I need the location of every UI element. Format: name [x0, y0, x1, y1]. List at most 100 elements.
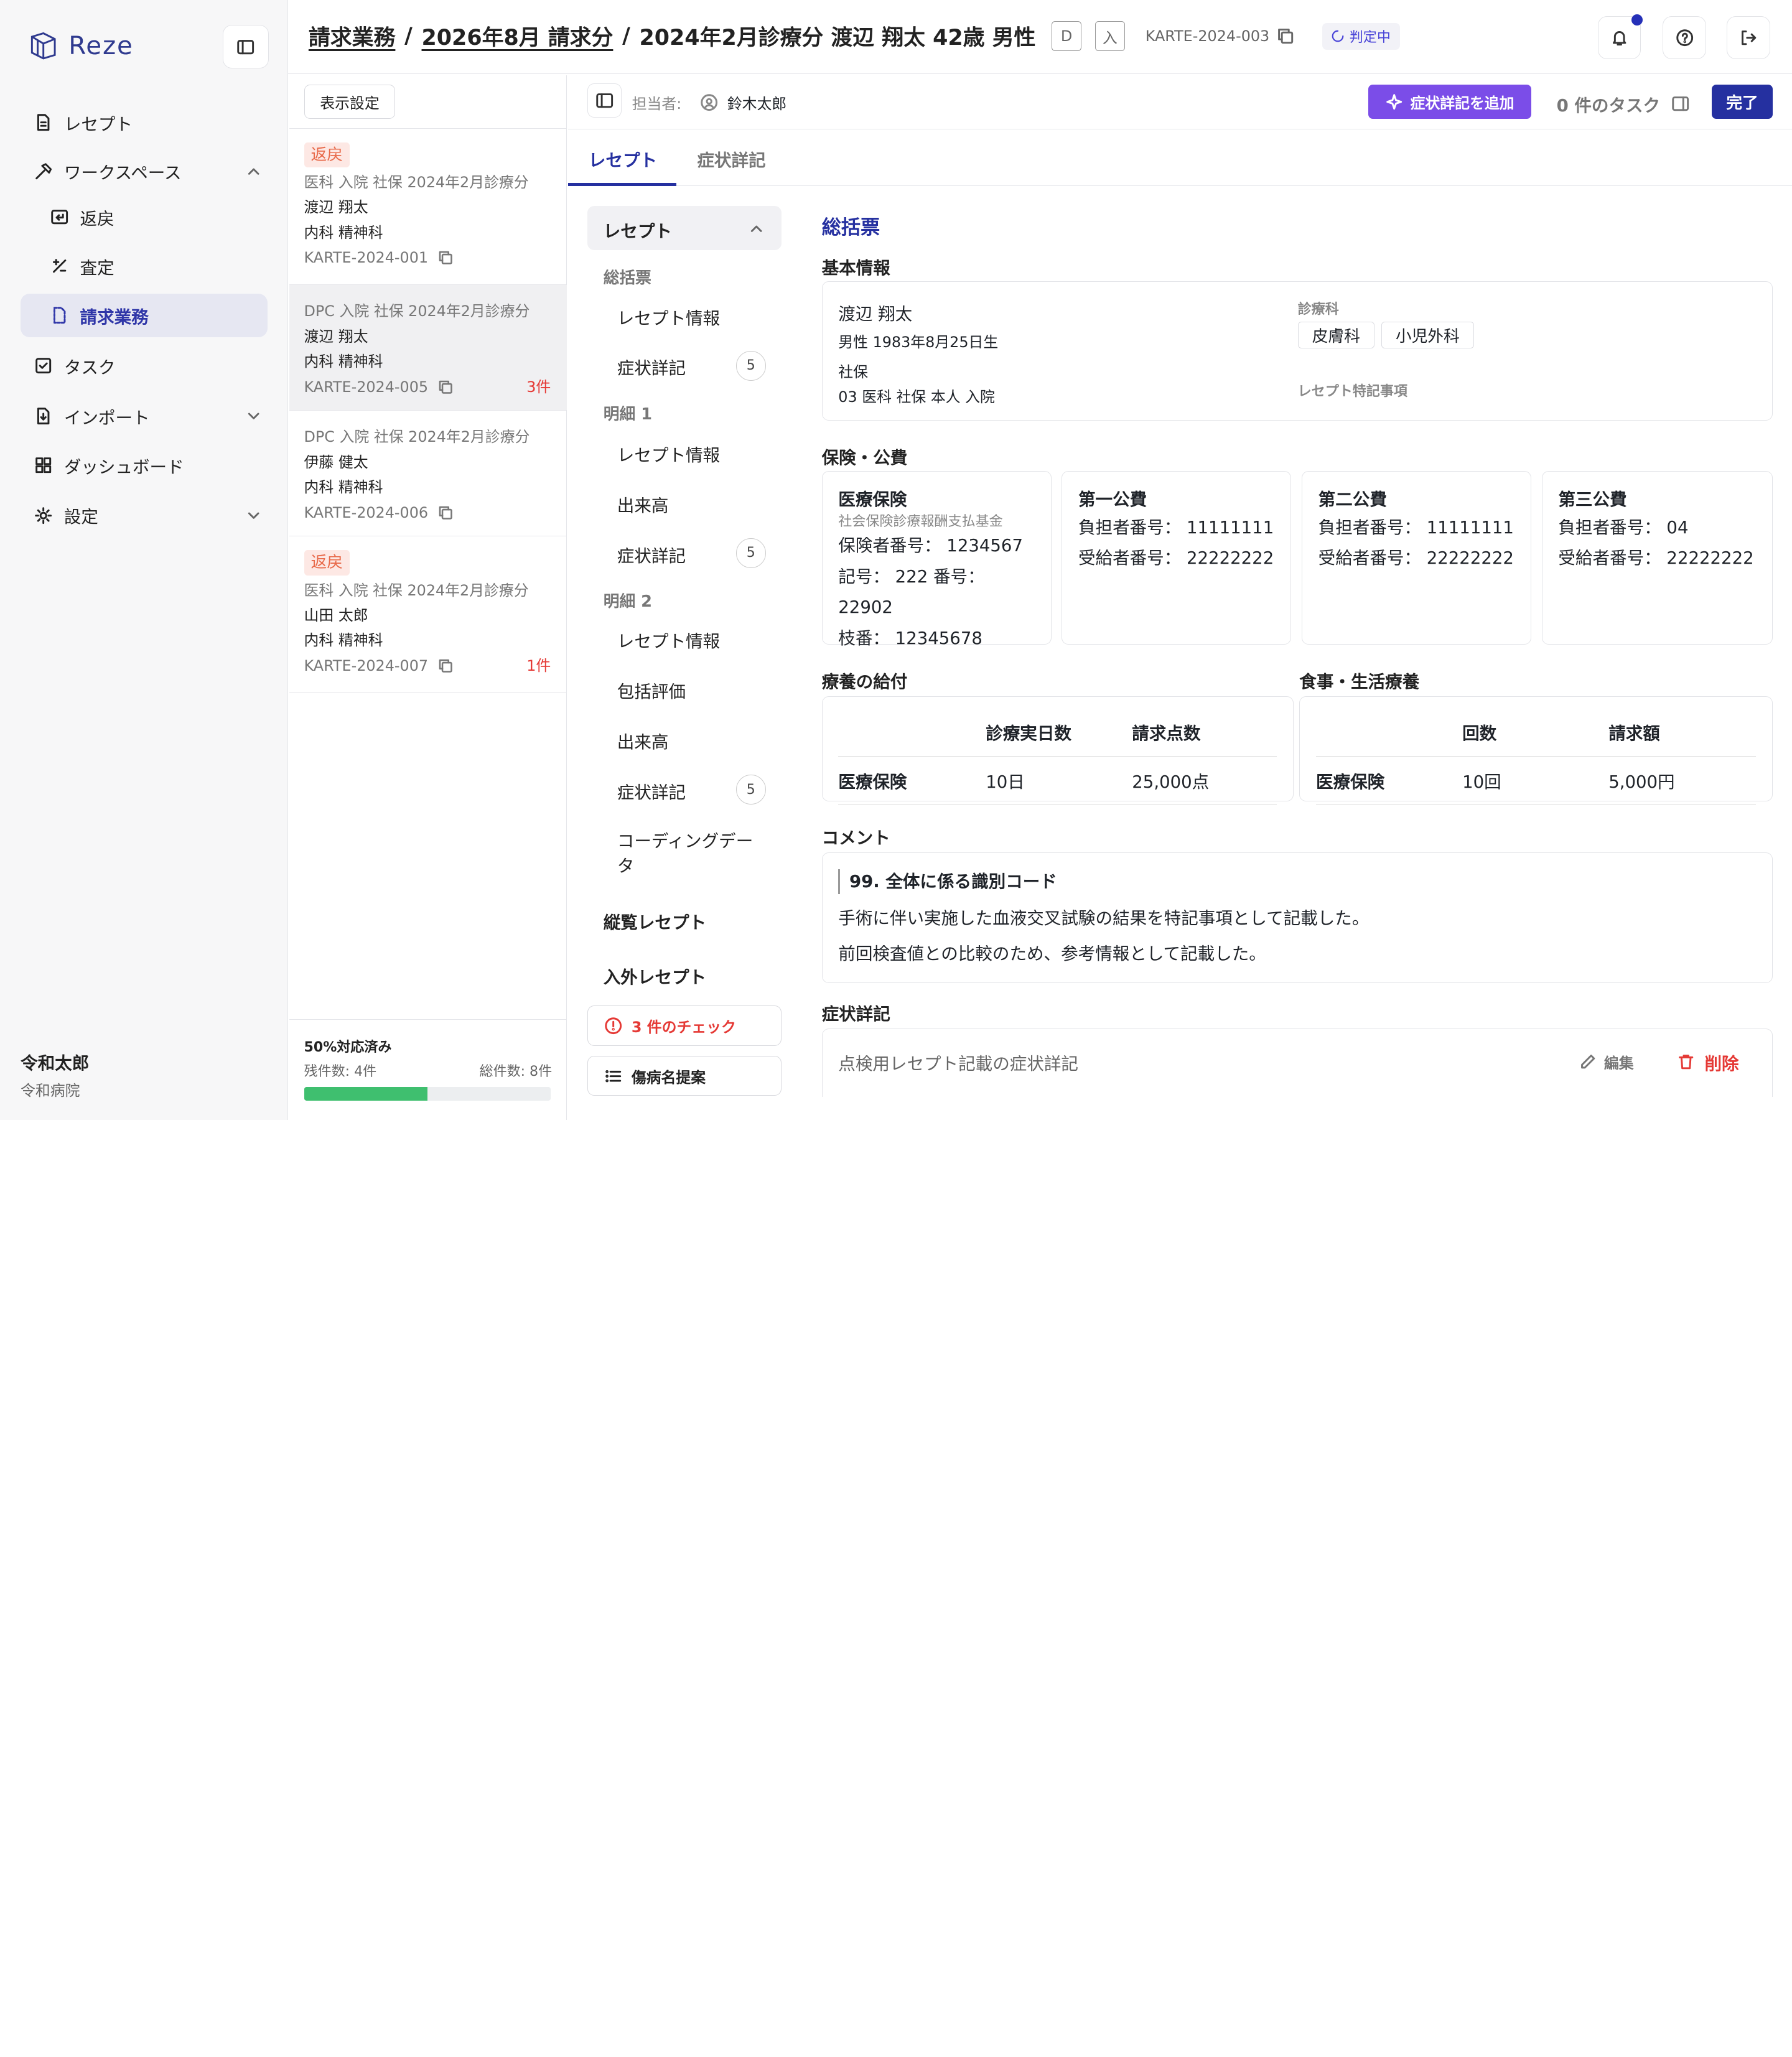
- total-count: 総件数: 8件: [479, 1064, 553, 1080]
- table-row: 医療保険 10日 25,000点: [838, 756, 1277, 805]
- section-nav-item[interactable]: 症状詳記 5: [587, 350, 782, 381]
- table-row: 医療保険 10回 5,000円: [1316, 756, 1756, 805]
- dpc-badge: D: [1052, 21, 1081, 51]
- section-nav-item[interactable]: 出来高: [587, 492, 782, 516]
- sidebar-item-assessment[interactable]: 査定: [21, 245, 268, 288]
- sidebar-item-dashboard[interactable]: ダッシュボード: [21, 444, 268, 487]
- table-cell: 10日: [986, 756, 1132, 805]
- panel-toggle-button[interactable]: [587, 83, 622, 118]
- breadcrumb-separator: /: [622, 24, 630, 49]
- progress-bar: [304, 1087, 551, 1101]
- sidebar-item-label: 査定: [80, 258, 114, 278]
- insurance-label: 社保: [838, 363, 868, 381]
- breadcrumb-billing-link[interactable]: 請求業務: [309, 21, 396, 52]
- card-meta: 医科 入院 社保 2024年2月診療分: [304, 173, 529, 191]
- card-department: 内科 精神科: [304, 223, 383, 241]
- section-nav-item[interactable]: 症状詳記 5: [587, 775, 782, 805]
- section-nav-item[interactable]: 包括評価: [587, 678, 782, 702]
- assignee[interactable]: 担当者: 鈴木太郎: [632, 91, 787, 113]
- sidebar-item-returns[interactable]: 返戻: [21, 195, 268, 239]
- receipt-card[interactable]: 返戻 医科 入院 社保 2024年2月診療分 山田 太郎 内科 精神科 KART…: [289, 536, 567, 693]
- copy-icon[interactable]: [437, 658, 454, 674]
- section-nav-item[interactable]: レセプト情報: [587, 441, 782, 466]
- sidebar-item-label: レセプト: [63, 114, 133, 134]
- sidebar-item-workspace[interactable]: ワークスペース: [21, 150, 268, 194]
- side-panel-icon: [1672, 96, 1689, 111]
- section-nav-item[interactable]: コーディングデータ: [587, 829, 759, 879]
- check-button[interactable]: 3 件のチェック: [587, 1005, 782, 1046]
- tab-symptom-details[interactable]: 症状詳記: [697, 146, 765, 171]
- breadcrumb-period-link[interactable]: 2026年8月 請求分: [422, 21, 614, 52]
- sidebar-item-receipt[interactable]: レセプト: [21, 101, 268, 144]
- alert-circle-icon: [605, 1017, 622, 1034]
- special-notes-label: レセプト特記事項: [1297, 383, 1407, 399]
- symptom-edit-button[interactable]: 編集: [1579, 1051, 1634, 1073]
- sidebar-item-billing[interactable]: 請求業務: [21, 294, 268, 337]
- task-count[interactable]: 0 件のタスク: [1557, 91, 1690, 116]
- disease-suggest-button[interactable]: 傷病名提案: [587, 1056, 782, 1096]
- complete-button[interactable]: 完了: [1712, 84, 1773, 119]
- add-symptom-label: 症状詳記を追加: [1410, 94, 1514, 112]
- card-karte-id: KARTE-2024-006: [304, 503, 429, 521]
- sidebar-item-import[interactable]: インポート: [21, 394, 268, 438]
- copy-icon[interactable]: [1276, 27, 1294, 45]
- status-badge: 判定中: [1322, 22, 1400, 50]
- display-settings-button[interactable]: 表示設定: [304, 84, 396, 119]
- notification-button[interactable]: [1597, 14, 1643, 60]
- comment-code: 99. 全体に係る識別コード: [838, 869, 1057, 895]
- symptom-heading: 症状詳記: [821, 1004, 890, 1025]
- section-nav-group: 総括票: [603, 269, 651, 288]
- sidebar-item-settings[interactable]: 設定: [21, 493, 268, 537]
- help-button[interactable]: [1663, 16, 1707, 60]
- table-cell: 医療保険: [1316, 756, 1463, 805]
- user-circle-icon: [700, 94, 717, 111]
- app-name: Reze: [68, 30, 134, 61]
- patient-dob: 男性 1983年8月25日生: [838, 333, 999, 351]
- section-title: 総括票: [821, 216, 880, 239]
- tab-receipt[interactable]: レセプト: [589, 146, 657, 171]
- plus-minus-icon: [52, 259, 67, 273]
- copy-icon[interactable]: [437, 379, 454, 395]
- insurance-title: 第一公費: [1078, 490, 1147, 510]
- comment-heading: コメント: [821, 828, 890, 849]
- assignee-label: 担当者:: [632, 95, 682, 113]
- logo[interactable]: Reze: [27, 30, 134, 62]
- section-nav-item[interactable]: レセプト情報: [587, 304, 782, 329]
- section-nav-item[interactable]: レセプト情報: [587, 627, 782, 652]
- section-nav-group: 明細 2: [603, 592, 652, 611]
- table-header: [838, 707, 986, 757]
- sidebar-item-tasks[interactable]: タスク: [21, 344, 268, 388]
- copy-icon[interactable]: [437, 505, 454, 521]
- pencil-icon: [1581, 1054, 1595, 1069]
- branch-number: 枝番： 12345678: [838, 628, 982, 648]
- section-nav-receipt-header[interactable]: レセプト: [587, 205, 782, 251]
- user-info[interactable]: 令和太郎 令和病院: [21, 1049, 89, 1100]
- receipt-card[interactable]: DPC 入院 社保 2024年2月診療分 伊藤 健太 内科 精神科 KARTE-…: [289, 410, 567, 536]
- benefit-heading: 療養の給付: [821, 671, 908, 692]
- table-cell: 医療保険: [838, 756, 986, 805]
- card-issue-count: 1件: [526, 656, 551, 674]
- assignee-name: 鈴木太郎: [727, 95, 787, 113]
- sidebar-item-label: ワークスペース: [63, 163, 182, 184]
- sidebar-item-label: インポート: [63, 408, 150, 428]
- receipt-card[interactable]: 返戻 医科 入院 社保 2024年2月診療分 渡辺 翔太 内科 精神科 KART…: [289, 128, 567, 285]
- receipt-card-selected[interactable]: DPC 入院 社保 2024年2月診療分 渡辺 翔太 内科 精神科 KARTE-…: [289, 284, 567, 411]
- logout-button[interactable]: [1727, 16, 1771, 60]
- section-nav-item[interactable]: 症状詳記 5: [587, 538, 782, 568]
- chevron-down-icon: [248, 512, 259, 519]
- count-badge: 5: [735, 775, 766, 805]
- section-nav-item[interactable]: 出来高: [587, 728, 782, 753]
- copy-icon[interactable]: [437, 250, 454, 266]
- card-karte-id: KARTE-2024-001: [304, 249, 429, 267]
- disease-suggest-label: 傷病名提案: [631, 1068, 706, 1086]
- grid-icon: [35, 457, 52, 473]
- section-nav-item[interactable]: 入外レセプト: [587, 963, 782, 988]
- symptom-delete-button[interactable]: 削除: [1677, 1050, 1739, 1075]
- table-header: 請求額: [1608, 707, 1756, 757]
- sidebar-toggle-button[interactable]: [223, 25, 269, 69]
- add-symptom-button[interactable]: 症状詳記を追加: [1368, 84, 1532, 119]
- count-badge: 5: [735, 538, 766, 568]
- sidebar-item-label: 設定: [63, 507, 98, 528]
- section-nav-item[interactable]: 縦覧レセプト: [587, 908, 782, 933]
- table-cell: 10回: [1462, 756, 1609, 805]
